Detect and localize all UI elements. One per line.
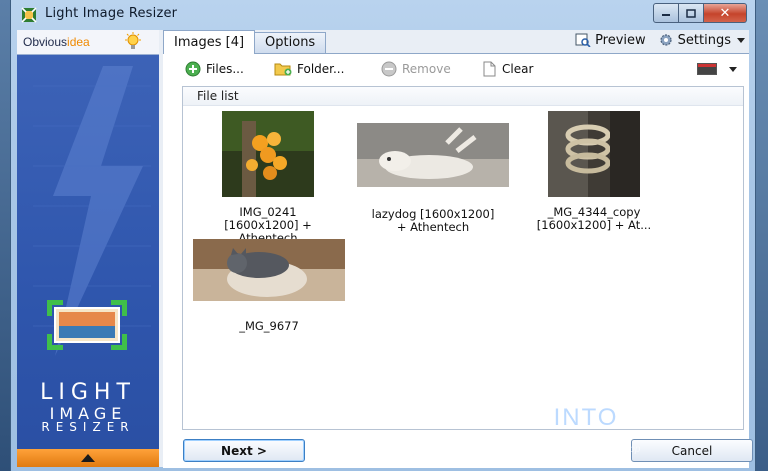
preview-button[interactable]: Preview [575, 33, 646, 48]
remove-label: Remove [402, 62, 451, 76]
clear-icon [483, 61, 496, 77]
add-folder-button[interactable]: Folder... [274, 61, 344, 76]
folder-icon [274, 63, 292, 76]
file-list[interactable]: File list IMG_0241 [1600x1200] + Athente… [182, 86, 744, 430]
collapse-panel-button[interactable] [17, 449, 159, 467]
gear-icon [660, 34, 672, 46]
clear-button[interactable]: Clear [481, 61, 533, 77]
thumbnail-image [357, 123, 509, 187]
app-icon [21, 7, 37, 23]
next-button[interactable]: Next > [183, 439, 305, 462]
brand-word-light: LIGHT [40, 380, 136, 405]
header-actions: Preview Settings [563, 32, 745, 48]
tab-images[interactable]: Images [4] [163, 30, 256, 54]
file-item[interactable]: lazydog [1600x1200] + Athentech [353, 111, 513, 234]
add-files-button[interactable]: Files... [185, 61, 244, 77]
files-label: Files... [206, 62, 244, 76]
file-item[interactable]: IMG_0241 [1600x1200] + Athentech [213, 111, 323, 245]
window-title: Light Image Resizer [45, 6, 178, 21]
file-toolbar: Files... Folder... Remove Clear [163, 54, 749, 84]
desktop-background-right [754, 0, 768, 471]
view-mode-dropdown[interactable] [697, 63, 737, 75]
caret-up-icon [81, 454, 95, 462]
logo-text-part-a: Obvious [23, 35, 68, 49]
brand-panel: Obviousidea LIGHT IMAGE RESIZER [17, 30, 159, 467]
file-item[interactable]: _MG_9677 [191, 239, 347, 333]
preview-icon [575, 33, 591, 47]
chevron-down-icon [737, 37, 745, 43]
logo-text: Obviousidea [23, 35, 90, 49]
client-area: Obviousidea LIGHT IMAGE RESIZER Images [… [17, 30, 753, 468]
file-caption: _MG_9677 [191, 320, 347, 333]
close-button[interactable]: ✕ [704, 3, 747, 23]
clear-label: Clear [502, 62, 534, 76]
file-caption-line: + Athentech [396, 220, 470, 234]
remove-icon [381, 61, 397, 77]
remove-button[interactable]: Remove [381, 61, 451, 77]
brand-word-resizer: RESIZER [41, 420, 135, 434]
view-mode-icon [697, 63, 717, 75]
tab-bar: Images [4] Options [163, 30, 327, 54]
folder-label: Folder... [297, 61, 345, 76]
file-list-header: File list [183, 87, 743, 106]
window-controls: ✕ [653, 3, 747, 23]
close-icon: ✕ [719, 5, 731, 21]
settings-label: Settings [677, 32, 731, 48]
thumbnail-image [222, 111, 314, 197]
add-icon [185, 61, 201, 77]
minimize-button[interactable] [653, 3, 679, 23]
obviousidea-logo[interactable]: Obviousidea [17, 30, 159, 55]
logo-text-part-b: idea [67, 35, 90, 49]
thumbnail-image [193, 239, 345, 301]
images-panel: Files... Folder... Remove Clear File lis… [163, 53, 753, 468]
file-caption-line: _MG_9677 [239, 319, 299, 333]
chevron-down-icon [729, 66, 737, 72]
title-bar[interactable]: Light Image Resizer ✕ [11, 0, 755, 30]
lightbulb-icon [125, 32, 141, 49]
file-item[interactable]: _MG_4344_copy [1600x1200] + At... [519, 111, 669, 232]
desktop-background-left [0, 0, 10, 471]
thumbnail-image [548, 111, 640, 197]
tab-options[interactable]: Options [254, 32, 327, 53]
preview-label: Preview [595, 32, 646, 48]
maximize-button[interactable] [679, 3, 704, 23]
settings-button[interactable]: Settings [658, 32, 745, 48]
app-window: Light Image Resizer ✕ Obviousidea LIGHT … [10, 0, 756, 471]
cancel-button[interactable]: Cancel [631, 439, 753, 462]
file-caption: _MG_4344_copy [1600x1200] + At... [519, 206, 669, 232]
maximize-icon [686, 8, 696, 18]
file-caption: lazydog [1600x1200] + Athentech [353, 208, 513, 234]
resizer-emblem-icon [47, 300, 127, 350]
file-caption-line: [1600x1200] + At... [536, 218, 652, 232]
minimize-icon [662, 14, 670, 16]
